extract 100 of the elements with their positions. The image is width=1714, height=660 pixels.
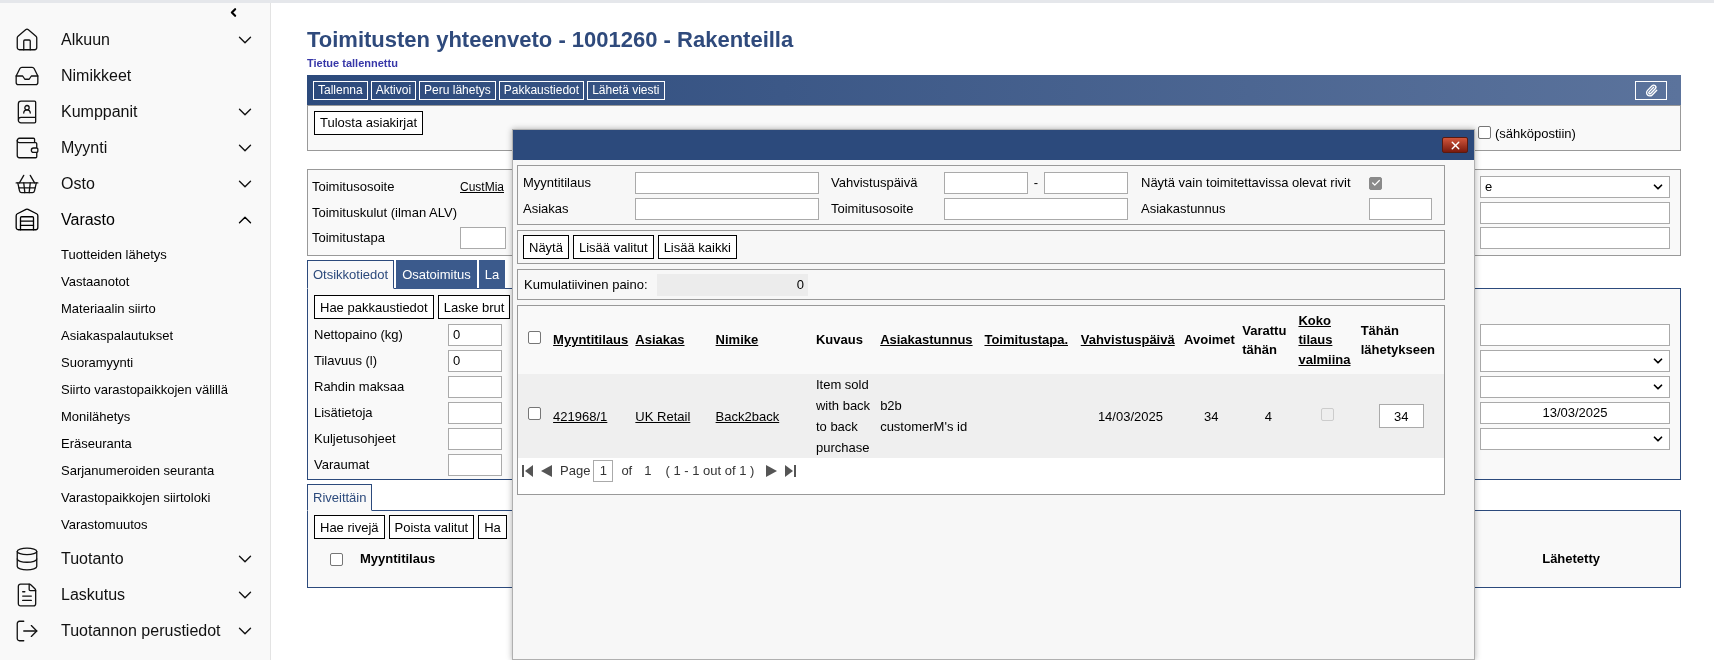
submenu-item[interactable]: Asiakaspalautukset <box>0 322 270 349</box>
field-label: Tilavuus (l) <box>314 352 379 371</box>
submenu-item[interactable]: Sarjanumeroiden seuranta <box>0 457 270 484</box>
toolbar-button[interactable]: Lähetä viesti <box>587 80 665 100</box>
column-header[interactable]: Toimitustapa. <box>984 330 1068 350</box>
input-field[interactable] <box>944 198 1128 220</box>
submenu-item[interactable]: Varastomuutos <box>0 511 270 538</box>
sidebar-item[interactable]: Nimikkeet <box>0 58 270 94</box>
sidebar-item[interactable]: Laskutus <box>0 577 270 613</box>
toolbar-button[interactable]: Peru lähetys <box>419 80 496 100</box>
checkbox[interactable] <box>528 407 542 421</box>
checkbox[interactable] <box>528 331 542 345</box>
panel-button[interactable]: Laske brut <box>437 295 511 319</box>
input-field[interactable] <box>448 376 502 398</box>
dialog-button[interactable]: Lisää kaikki <box>657 235 737 259</box>
field-label: Näytä vain toimitettavissa olevat rivit <box>1141 174 1352 193</box>
input-field[interactable] <box>944 172 1028 194</box>
checkbox[interactable] <box>330 552 343 566</box>
first-page-icon[interactable] <box>522 465 533 477</box>
input-field[interactable] <box>1369 198 1432 220</box>
input-field[interactable]: 13/03/2025 <box>1480 402 1670 424</box>
previous-page-icon[interactable] <box>541 465 552 477</box>
sidebar-item[interactable]: Myynti <box>0 130 270 166</box>
toolbar-button[interactable]: Pakkaustiedot <box>498 80 585 100</box>
panel-button[interactable]: Hae pakkaustiedot <box>314 295 434 319</box>
input-field[interactable]: 0 <box>448 324 502 346</box>
input-field[interactable] <box>448 402 502 424</box>
toolbar-button[interactable]: Tallenna <box>313 80 368 100</box>
toolbar-button[interactable]: Aktivoi <box>370 80 417 100</box>
tab[interactable]: Otsikkotiedot <box>307 260 395 289</box>
submenu-item[interactable]: Vastaanotot <box>0 268 270 295</box>
readonly-field: 0 <box>657 273 808 296</box>
column-header[interactable]: Vahvistuspäivä <box>1080 330 1175 350</box>
input-field[interactable] <box>1480 227 1670 250</box>
column-header: Lähetetty <box>1542 550 1600 569</box>
dropdown[interactable] <box>1480 428 1670 450</box>
column-header[interactable]: Asiakas <box>635 330 685 350</box>
field-label: Kumulatiivinen paino: <box>524 275 649 294</box>
panel-button[interactable]: Poista valitut <box>388 515 475 539</box>
input-field[interactable] <box>635 172 819 194</box>
input-field[interactable] <box>448 454 502 476</box>
address-link[interactable]: CustMia <box>460 177 504 196</box>
submenu-item[interactable]: Materiaalin siirto <box>0 295 270 322</box>
dialog-button[interactable]: Lisää valitut <box>572 235 654 259</box>
page-field[interactable]: 1 <box>593 460 614 482</box>
input-field[interactable] <box>460 227 506 250</box>
next-page-icon[interactable] <box>766 465 778 477</box>
dropdown[interactable]: e <box>1480 175 1670 198</box>
column-header[interactable]: Asiakastunnus <box>880 330 973 350</box>
sidebar-item[interactable]: Osto <box>0 166 270 202</box>
print-documents-button[interactable]: Tulosta asiakirjat <box>314 110 424 135</box>
sidebar-item[interactable]: Tuotannon perustiedot <box>0 613 270 649</box>
table-link[interactable]: 421968/1 <box>553 408 608 424</box>
input-field[interactable] <box>635 198 819 220</box>
panel-button[interactable]: Hae rivejä <box>314 515 385 539</box>
column-header: Kuvaus <box>815 331 863 350</box>
submenu-item[interactable]: Tuotteiden lähetys <box>0 241 270 268</box>
tab[interactable]: La <box>478 260 506 289</box>
field-label: Myyntitilaus <box>523 174 592 193</box>
input-field[interactable] <box>1480 201 1670 224</box>
sidebar-item[interactable]: Alkuun <box>0 22 270 58</box>
field-label: Vahvistuspäivä <box>831 174 919 193</box>
submenu-item[interactable]: Suoramyynti <box>0 349 270 376</box>
sidebar-item[interactable]: Varasto <box>0 202 270 238</box>
field-label: Toimitusosoite <box>312 178 396 197</box>
tab[interactable]: Osatoimitus <box>396 260 477 289</box>
dropdown[interactable] <box>1480 376 1670 398</box>
close-button[interactable] <box>1442 137 1468 153</box>
input-field[interactable] <box>448 428 502 450</box>
input-field[interactable] <box>1044 172 1128 194</box>
table-link[interactable]: UK Retail <box>635 408 691 424</box>
field-label: Varaumat <box>314 456 371 475</box>
input-field[interactable]: 0 <box>448 350 502 372</box>
dialog-button[interactable]: Näytä <box>523 235 569 259</box>
submenu-item[interactable]: Varastopaikkojen siirtoloki <box>0 484 270 511</box>
range-separator: - <box>1032 174 1040 193</box>
field-label: Nettopaino (kg) <box>314 326 404 345</box>
checkbox[interactable] <box>1369 176 1382 190</box>
input-field[interactable] <box>1480 324 1670 346</box>
column-header[interactable]: Nimike <box>715 330 759 350</box>
submenu-item[interactable]: Eräseuranta <box>0 430 270 457</box>
table-cell-text: b2b customerM's id <box>880 397 969 436</box>
sidebar-item[interactable]: Kumppanit <box>0 94 270 130</box>
house-icon <box>14 27 40 53</box>
sidebar-item[interactable]: Tuotanto <box>0 541 270 577</box>
panel-button[interactable]: Ha <box>478 515 507 539</box>
column-header[interactable]: Koko tilaus valmiina <box>1298 310 1357 370</box>
column-header: Myyntitilaus <box>360 550 436 569</box>
tab[interactable]: Riveittäin <box>307 484 373 511</box>
column-header: Varattu tähän <box>1242 321 1288 359</box>
column-header[interactable]: Myyntitilaus <box>553 330 629 350</box>
attachment-button[interactable] <box>1635 80 1667 100</box>
dropdown[interactable] <box>1480 350 1670 372</box>
last-page-icon[interactable] <box>785 465 797 477</box>
quantity-field[interactable]: 34 <box>1378 404 1424 428</box>
submenu-item[interactable]: Monilähetys <box>0 403 270 430</box>
submenu-item[interactable]: Siirto varastopaikkojen välillä <box>0 376 270 403</box>
table-link[interactable]: Back2back <box>715 408 780 424</box>
database-icon <box>14 546 40 572</box>
checkbox[interactable] <box>1478 126 1491 139</box>
